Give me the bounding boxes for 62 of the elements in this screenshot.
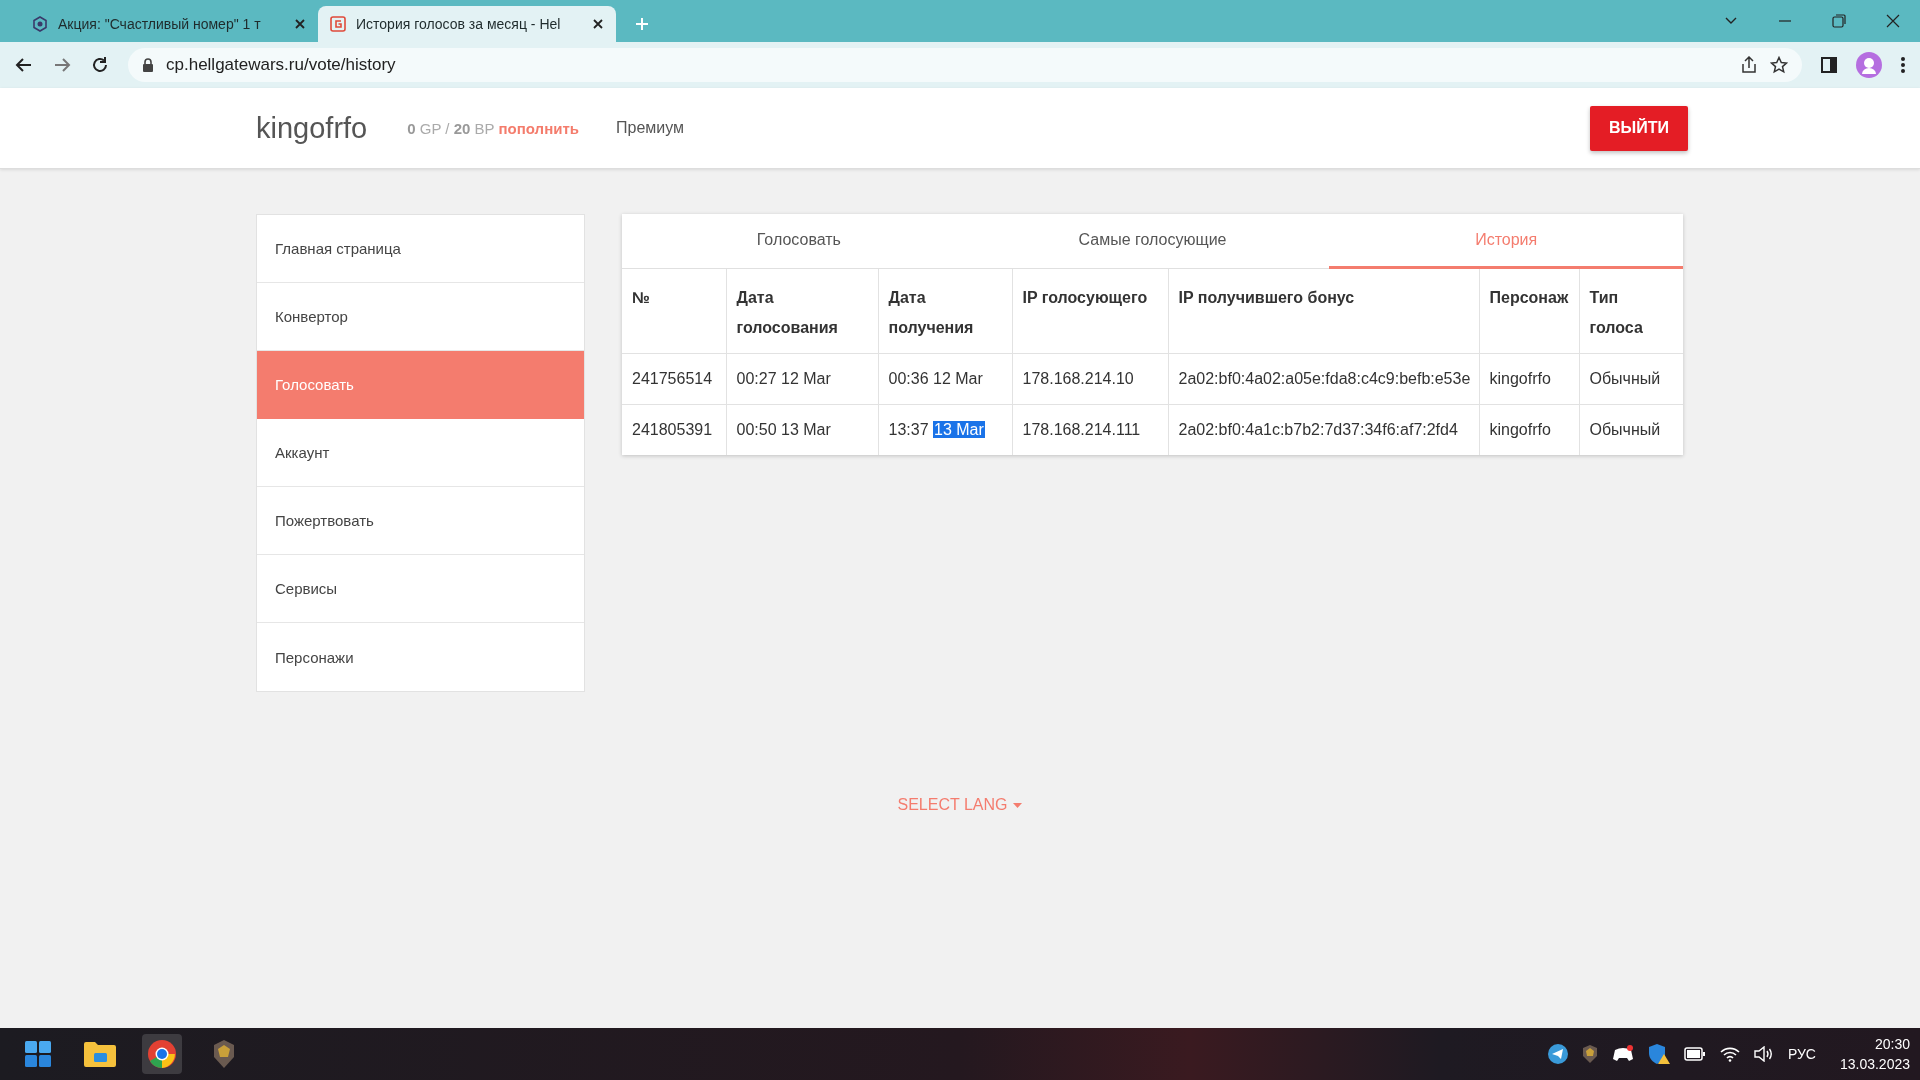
shield-warning-icon[interactable] [1647, 1043, 1670, 1065]
table-cell: 2a02:bf0:4a1c:b7b2:7d37:34f6:af7:2fd4 [1168, 404, 1479, 455]
wifi-icon[interactable] [1719, 1046, 1740, 1062]
browser-tab[interactable]: Акция: "Счастливый номер" 1 т [20, 6, 318, 42]
panel-tab[interactable]: Самые голосующие [975, 214, 1330, 269]
logout-button[interactable]: ВЫЙТИ [1590, 105, 1688, 151]
restore-icon[interactable] [1832, 14, 1846, 28]
sidebar-item[interactable]: Аккаунт [257, 419, 584, 487]
keyboard-language[interactable]: РУС [1787, 1046, 1816, 1062]
menu-icon[interactable] [1900, 56, 1906, 74]
site-logo[interactable]: kingofrfo [256, 111, 368, 145]
close-icon[interactable] [1886, 14, 1900, 28]
table-cell: 00:50 13 Mar [726, 404, 878, 455]
table-cell: 00:36 12 Mar [878, 353, 1012, 405]
caret-icon [1013, 802, 1023, 808]
table-cell: 178.168.214.10 [1012, 353, 1168, 405]
clock-date[interactable]: 13.03.2023 [1839, 1054, 1910, 1074]
column-header: № [622, 269, 726, 354]
table-cell: 13:37 13 Mar [878, 404, 1012, 455]
column-header: IP голосующего [1012, 269, 1168, 354]
share-icon[interactable] [1740, 56, 1758, 74]
table-cell: 2a02:bf0:4a02:a05e:fda8:c4c9:befb:e53e [1168, 353, 1479, 405]
table-cell: 00:27 12 Mar [726, 353, 878, 405]
table-cell: 241805391 [622, 404, 726, 455]
avatar-icon[interactable] [1856, 52, 1882, 78]
battery-icon[interactable] [1683, 1047, 1706, 1061]
premium-link[interactable]: Премиум [616, 119, 685, 137]
table-cell: Обычный [1579, 353, 1683, 405]
paper-plane-icon[interactable] [1547, 1044, 1568, 1064]
column-header: Дата получения [878, 269, 1012, 354]
side-panel-icon[interactable] [1820, 56, 1838, 74]
address-bar[interactable]: cp.hellgatewars.ru/vote/history [128, 48, 1802, 82]
reload-icon[interactable] [90, 55, 110, 75]
speaker-icon[interactable] [1753, 1046, 1774, 1062]
table-cell: Обычный [1579, 404, 1683, 455]
column-header: Дата голосования [726, 269, 878, 354]
hexagon-icon [32, 16, 48, 32]
lock-icon [142, 58, 154, 72]
tab-title: Акция: "Счастливый номер" 1 т [58, 16, 262, 32]
column-header: Тип голоса [1579, 269, 1683, 354]
sidebar-item[interactable]: Сервисы [257, 555, 584, 623]
panel-tab[interactable]: Голосовать [622, 214, 976, 269]
clock-time[interactable]: 20:30 [1874, 1034, 1910, 1054]
column-header: IP получившего бонус [1168, 269, 1479, 354]
balance-text: 0 GP / 20 BP [407, 119, 495, 137]
sidebar-item[interactable]: Пожертвовать [257, 487, 584, 555]
star-icon[interactable] [1770, 56, 1788, 74]
table-cell: kingofrfo [1479, 353, 1579, 405]
folder-icon[interactable] [84, 1041, 116, 1067]
sidebar-item[interactable]: Главная страница [257, 215, 584, 283]
table-cell: 178.168.214.111 [1012, 404, 1168, 455]
chrome-icon[interactable] [147, 1039, 177, 1069]
table-cell: 241756514 [622, 353, 726, 405]
close-icon[interactable] [294, 18, 306, 30]
tab-title: История голосов за месяц - Hel [356, 16, 562, 32]
close-icon[interactable] [592, 18, 604, 30]
sidebar-item[interactable]: Персонажи [257, 623, 584, 691]
browser-tab[interactable]: История голосов за месяц - Hel [318, 6, 616, 42]
table-cell: kingofrfo [1479, 404, 1579, 455]
column-header: Персонаж [1479, 269, 1579, 354]
windows-start-icon[interactable] [25, 1041, 51, 1067]
g-logo-icon [330, 16, 346, 32]
